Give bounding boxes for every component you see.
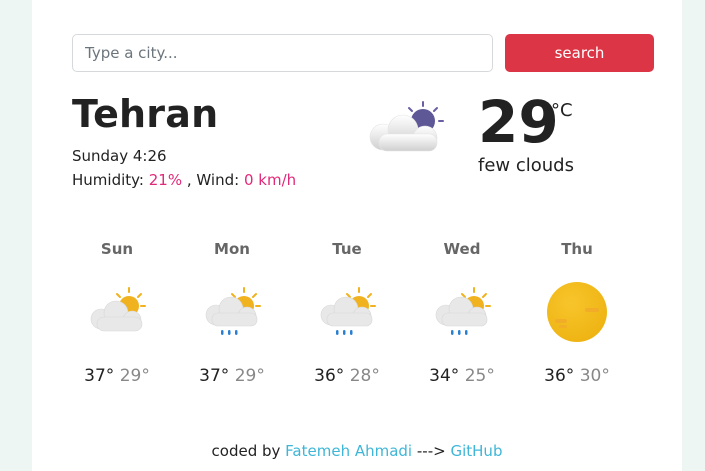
weather-details: Humidity: 21% , Wind: 0 km/h: [72, 171, 296, 189]
city-search-input[interactable]: [72, 34, 493, 72]
author-link[interactable]: Fatemeh Ahmadi: [285, 442, 412, 460]
forecast-temps: 37° 29°: [187, 366, 277, 386]
forecast-temps: 37° 29°: [72, 366, 162, 386]
forecast-max-temp: 37°: [199, 366, 230, 386]
forecast-day-label: Thu: [561, 240, 593, 258]
forecast-min-temp: 25°: [464, 366, 495, 386]
forecast-day-label: Mon: [214, 240, 250, 258]
forecast-max-temp: 36°: [314, 366, 345, 386]
city-name: Tehran: [72, 92, 219, 136]
temperature-unit[interactable]: °C: [551, 100, 573, 121]
weather-card: search Tehran Sunday 4:26 Humidity: 21% …: [32, 0, 682, 471]
forecast-min-temp: 30°: [579, 366, 610, 386]
github-link[interactable]: GitHub: [450, 442, 502, 460]
forecast-min-temp: 29°: [234, 366, 265, 386]
forecast-max-temp: 37°: [84, 366, 115, 386]
weather-description: few clouds: [478, 155, 574, 176]
sun-icon: [547, 282, 607, 342]
wind-value: 0 km/h: [243, 171, 297, 189]
forecast-temps: 36° 30°: [532, 366, 622, 386]
footer-arrow: --->: [416, 442, 446, 460]
few-clouds-night-icon: [369, 101, 444, 152]
current-temperature: 29: [478, 88, 559, 156]
forecast-max-temp: 36°: [544, 366, 575, 386]
forecast-max-temp: 34°: [429, 366, 460, 386]
humidity-label: Humidity:: [72, 171, 144, 189]
forecast-temps: 34° 25°: [417, 366, 507, 386]
cloud-sun-rain-icon: [205, 287, 261, 335]
current-datetime: Sunday 4:26: [72, 147, 167, 165]
footer: coded by Fatemeh Ahmadi ---> GitHub: [32, 442, 682, 460]
wind-label: Wind:: [196, 171, 240, 189]
forecast-day-label: Tue: [332, 240, 362, 258]
search-button[interactable]: search: [505, 34, 654, 72]
details-separator: ,: [182, 171, 197, 189]
forecast-min-temp: 29°: [119, 366, 150, 386]
footer-prefix: coded by: [211, 442, 281, 460]
cloud-sun-rain-icon: [320, 287, 376, 335]
forecast-day-label: Wed: [443, 240, 481, 258]
forecast-min-temp: 28°: [349, 366, 380, 386]
cloud-sun-rain-icon: [435, 287, 491, 335]
partly-cloudy-icon: [90, 287, 146, 332]
forecast-temps: 36° 28°: [302, 366, 392, 386]
forecast-day-label: Sun: [100, 240, 134, 258]
humidity-value: 21%: [148, 171, 183, 189]
